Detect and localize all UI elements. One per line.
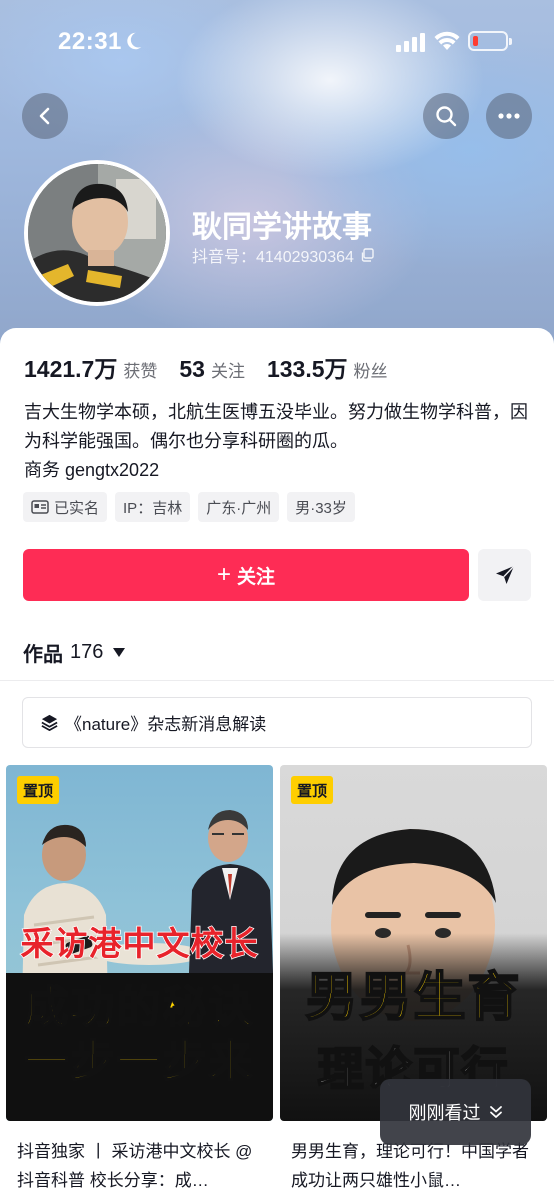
back-button[interactable] (22, 93, 68, 139)
tag-city-label: 广东·广州 (206, 499, 272, 517)
video-title[interactable]: 抖音独家 丨 采访港中文校长 @抖音科普 校长分享：成… (17, 1137, 267, 1195)
status-time: 22:31 (58, 28, 122, 55)
search-button[interactable] (423, 93, 469, 139)
tag-verified-label: 已实名 (54, 499, 100, 517)
likes-label: 获赞 (123, 362, 158, 381)
caret-down-icon (113, 648, 126, 657)
followers-label: 粉丝 (353, 362, 388, 381)
copy-icon[interactable] (360, 248, 374, 262)
interviewee-figure (188, 810, 273, 1000)
id-card-icon (31, 500, 49, 514)
profile-tags: 已实名 IP：吉林 广东·广州 男·33岁 (23, 492, 355, 522)
tab-works[interactable]: 作品 176 (23, 638, 126, 667)
profile-stats: 1421.7万 获赞 53 关注 133.5万 粉丝 (24, 350, 410, 384)
overlay-caption-main: 成功的秘诀 一步一步来 (6, 981, 273, 1089)
likes-count[interactable]: 1421.7万 (24, 350, 117, 384)
tag-gender-age: 男·33岁 (287, 492, 355, 522)
battery-icon (468, 31, 512, 51)
followers-count[interactable]: 133.5万 (267, 350, 348, 384)
video-thumbnail[interactable]: 男男生育 理论可行 置顶 (280, 765, 547, 1121)
divider (0, 680, 554, 681)
profile-bio: 吉大生物学本硕，北航生医博五没毕业。努力做生物学科普，因为科学能强国。偶尔也分享… (24, 402, 528, 451)
overlay-caption-top: 采访港中文校长 (20, 924, 259, 963)
tag-ip-location-label: IP：吉林 (123, 499, 183, 517)
plus-icon: + (216, 561, 231, 588)
cellular-signal-icon (396, 33, 425, 52)
pinned-badge: 置顶 (291, 776, 334, 804)
search-icon (436, 106, 457, 127)
collection-entry[interactable]: 《nature》杂志新消息解读 (22, 697, 532, 748)
tag-ip-location: IP：吉林 (115, 492, 191, 522)
paper-plane-icon (495, 565, 515, 584)
douyin-id[interactable]: 抖音号：41402930364 (192, 243, 374, 267)
follow-button-label: 关注 (237, 566, 276, 588)
video-title[interactable]: 男男生育，理论可行！中国学者成功让两只雄性小鼠… (291, 1137, 541, 1195)
status-bar: 22:31 (0, 0, 554, 84)
profile-business-contact: 商务 gengtx2022 (24, 460, 160, 480)
more-button[interactable] (486, 93, 532, 139)
following-label: 关注 (210, 362, 245, 381)
send-message-button[interactable] (478, 549, 531, 601)
video-card[interactable]: 采访港中文校长 成功的秘诀 一步一步来 置顶 抖音独家 丨 采访港中文校长 @抖… (6, 765, 273, 1200)
layers-icon (41, 714, 58, 731)
tag-gender-age-label: 男·33岁 (295, 499, 347, 517)
tag-verified: 已实名 (23, 492, 108, 522)
follow-button[interactable]: + 关注 (23, 549, 469, 601)
collection-label: 《nature》杂志新消息解读 (65, 715, 267, 734)
avatar[interactable] (24, 160, 170, 306)
chevron-left-icon (39, 107, 50, 125)
double-chevron-down-icon (489, 1106, 502, 1118)
pinned-badge: 置顶 (17, 776, 60, 804)
following-count[interactable]: 53 (179, 356, 205, 383)
works-count: 176 (70, 641, 104, 663)
overlay-caption-line1: 成功的秘诀 (24, 982, 255, 1033)
avatar-photo (28, 164, 166, 302)
moon-icon (127, 32, 142, 50)
video-thumbnail[interactable]: 采访港中文校长 成功的秘诀 一步一步来 置顶 (6, 765, 273, 1121)
tag-city: 广东·广州 (198, 492, 280, 522)
douyin-id-text: 抖音号：41402930364 (192, 249, 354, 266)
overlay-caption-line2: 一步一步来 (24, 1036, 255, 1087)
recently-viewed-label: 刚刚看过 (408, 1103, 481, 1123)
wifi-icon (434, 31, 460, 50)
overlay-caption-line1: 男男生育 (304, 968, 522, 1028)
recently-viewed-button[interactable]: 刚刚看过 (380, 1079, 531, 1145)
profile-nickname: 耿同学讲故事 (192, 211, 372, 244)
more-dots-icon (498, 113, 520, 119)
works-tab-label: 作品 (23, 644, 63, 666)
battery-level (473, 36, 478, 46)
